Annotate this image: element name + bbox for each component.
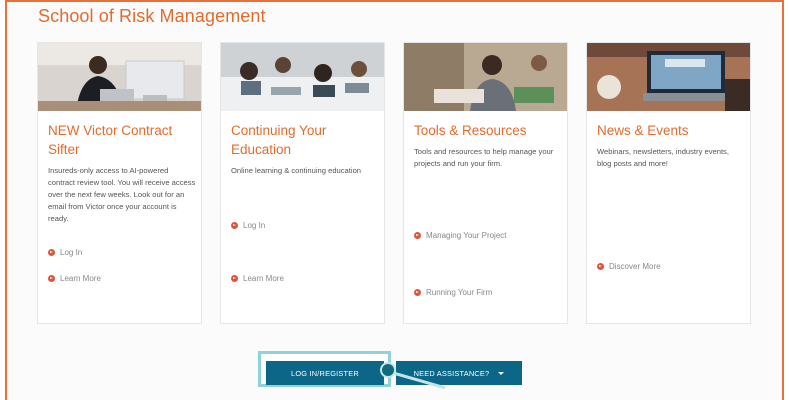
log-in-link[interactable]: Log In [48, 248, 82, 257]
caret-down-icon [498, 371, 505, 375]
link-label: Learn More [60, 274, 101, 283]
section-title: School of Risk Management [38, 6, 266, 26]
card-photo-team-meeting [404, 43, 567, 111]
link-label: Log In [243, 221, 266, 230]
card-title: Tools & Resources [414, 123, 527, 138]
need-assistance-button[interactable]: NEED ASSISTANCE? [396, 361, 522, 385]
learn-more-link[interactable]: Learn More [48, 274, 101, 283]
discover-more-link[interactable]: Discover More [597, 262, 661, 271]
card-title: News & Events [597, 123, 689, 138]
card-tools-resources: Tools & Resources Tools and resources to… [403, 42, 568, 324]
callout-marker-icon [380, 362, 396, 378]
link-label: Managing Your Project [426, 231, 507, 240]
login-register-button[interactable]: LOG IN/REGISTER [266, 361, 384, 385]
card-title: Continuing Your Education [231, 123, 327, 157]
card-photo-laptop-user [38, 43, 201, 111]
card-description: Online learning & continuing education [231, 166, 362, 175]
card-continuing-education: Continuing Your Education Online learnin… [220, 42, 385, 324]
log-in-link[interactable]: Log In [231, 221, 265, 230]
arrow-circle-icon [414, 232, 421, 239]
card-victor-contract-sifter: NEW Victor Contract Sifter Insureds-only… [37, 42, 202, 324]
link-label: Log In [60, 248, 83, 257]
running-your-firm-link[interactable]: Running Your Firm [414, 288, 492, 297]
card-description: Tools and resources to help manage your … [414, 147, 554, 168]
arrow-circle-icon [231, 222, 238, 229]
card-title: NEW Victor Contract Sifter [48, 123, 173, 157]
arrow-circle-icon [48, 249, 55, 256]
card-photo-students [221, 43, 384, 111]
button-label: NEED ASSISTANCE? [413, 368, 490, 378]
card-description: Webinars, newsletters, industry events, … [597, 147, 729, 168]
card-news-events: News & Events Webinars, newsletters, ind… [586, 42, 751, 324]
button-label: LOG IN/REGISTER [291, 368, 359, 378]
arrow-circle-icon [414, 289, 421, 296]
link-label: Running Your Firm [426, 288, 493, 297]
arrow-circle-icon [48, 275, 55, 282]
card-description: Insureds-only access to AI-powered contr… [48, 166, 196, 223]
card-photo-news-laptop [587, 43, 750, 111]
arrow-circle-icon [231, 275, 238, 282]
link-label: Learn More [243, 274, 284, 283]
managing-your-project-link[interactable]: Managing Your Project [414, 231, 507, 240]
link-label: Discover More [609, 262, 661, 271]
learn-more-link[interactable]: Learn More [231, 274, 284, 283]
arrow-circle-icon [597, 263, 604, 270]
